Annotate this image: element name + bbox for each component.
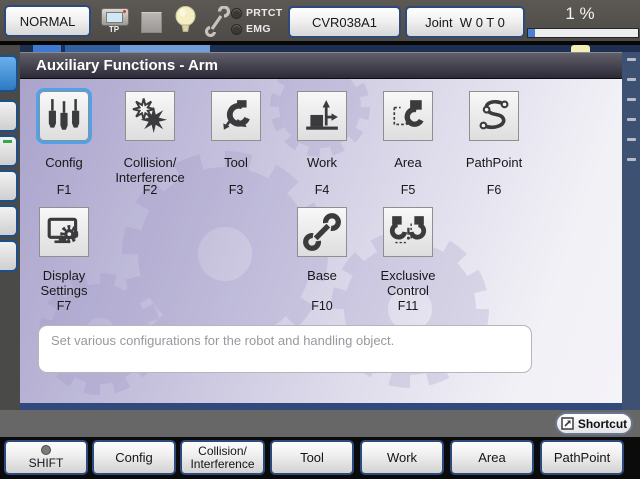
config-icon [45, 97, 83, 135]
bottom-function-bar: SHIFT Config Collision/ Interference Too… [0, 437, 640, 479]
fkey-button-tool[interactable]: Tool [270, 440, 354, 475]
teach-pendant-screen: NORMAL TP PRTCT EMG CVR038A1 Joint W 0 T… [0, 0, 640, 479]
dialog-title: Auxiliary Functions - Arm [20, 52, 622, 79]
function-tile-display-settings[interactable] [39, 207, 89, 257]
base-icon [303, 213, 341, 251]
prtct-indicator: PRTCT [231, 7, 283, 19]
emg-indicator: EMG [231, 23, 271, 35]
side-button-4[interactable] [0, 170, 18, 202]
fkey-label: F11 [364, 299, 452, 313]
side-button-3[interactable] [0, 135, 18, 167]
fkey-label: F1 [20, 183, 108, 197]
fkey-button-config[interactable]: Config [92, 440, 176, 475]
dialog-bottom-border [20, 403, 622, 410]
fkey-label: F2 [106, 183, 194, 197]
work-icon [303, 97, 341, 135]
shortcut-icon [561, 417, 574, 430]
speed-value: 1 % [540, 4, 620, 24]
right-side-panel [622, 52, 640, 410]
emg-lamp-icon [231, 24, 242, 35]
tp-label: TP [99, 25, 129, 34]
shortcut-button[interactable]: Shortcut [555, 412, 633, 435]
auxiliary-functions-dialog: Config Collision/Interference Tool Work … [20, 79, 622, 403]
fkey-label: F7 [20, 299, 108, 313]
fkey-button-work[interactable]: Work [360, 440, 444, 475]
function-tile-collision[interactable] [125, 91, 175, 141]
shift-button[interactable]: SHIFT [4, 440, 88, 475]
coordinate-mode-button[interactable]: Joint W 0 T 0 [405, 6, 525, 38]
lamp-icon [174, 5, 197, 36]
tp-icon [101, 8, 129, 26]
fkey-label: F10 [278, 299, 366, 313]
description-box: Set various configurations for the robot… [38, 325, 532, 373]
fkey-button-collision[interactable]: Collision/ Interference [180, 440, 265, 475]
tool-icon [217, 97, 255, 135]
side-button-5[interactable] [0, 205, 18, 237]
shortcut-strip [0, 410, 640, 437]
area-icon [389, 97, 427, 135]
collision-icon [131, 97, 169, 135]
fkey-label: F3 [192, 183, 280, 197]
fkey-button-pathpoint[interactable]: PathPoint [540, 440, 624, 475]
exclusive-control-icon [389, 213, 427, 251]
side-button-1[interactable] [0, 55, 18, 92]
fkey-button-area[interactable]: Area [450, 440, 534, 475]
program-button[interactable]: CVR038A1 [288, 6, 401, 38]
function-tile-work[interactable] [297, 91, 347, 141]
tp-indicator: TP [99, 8, 129, 36]
display-settings-icon [45, 213, 83, 251]
mode-button[interactable]: NORMAL [4, 5, 91, 37]
side-button-2[interactable] [0, 100, 18, 132]
function-tile-pathpoint[interactable] [469, 91, 519, 141]
function-tile-exclusive-control[interactable] [383, 207, 433, 257]
shift-lamp-icon [41, 445, 51, 455]
fkey-label: F6 [450, 183, 538, 197]
speed-progress-bar [527, 28, 639, 38]
wrench-status-icon [203, 6, 230, 37]
pathpoint-icon [475, 97, 513, 135]
status-square-icon [141, 12, 162, 33]
function-tile-tool[interactable] [211, 91, 261, 141]
fkey-label: F4 [278, 183, 366, 197]
function-tile-area[interactable] [383, 91, 433, 141]
prtct-lamp-icon [231, 8, 242, 19]
side-button-6[interactable] [0, 240, 18, 272]
function-tile-config[interactable] [39, 91, 89, 141]
function-tile-base[interactable] [297, 207, 347, 257]
fkey-label: F5 [364, 183, 452, 197]
